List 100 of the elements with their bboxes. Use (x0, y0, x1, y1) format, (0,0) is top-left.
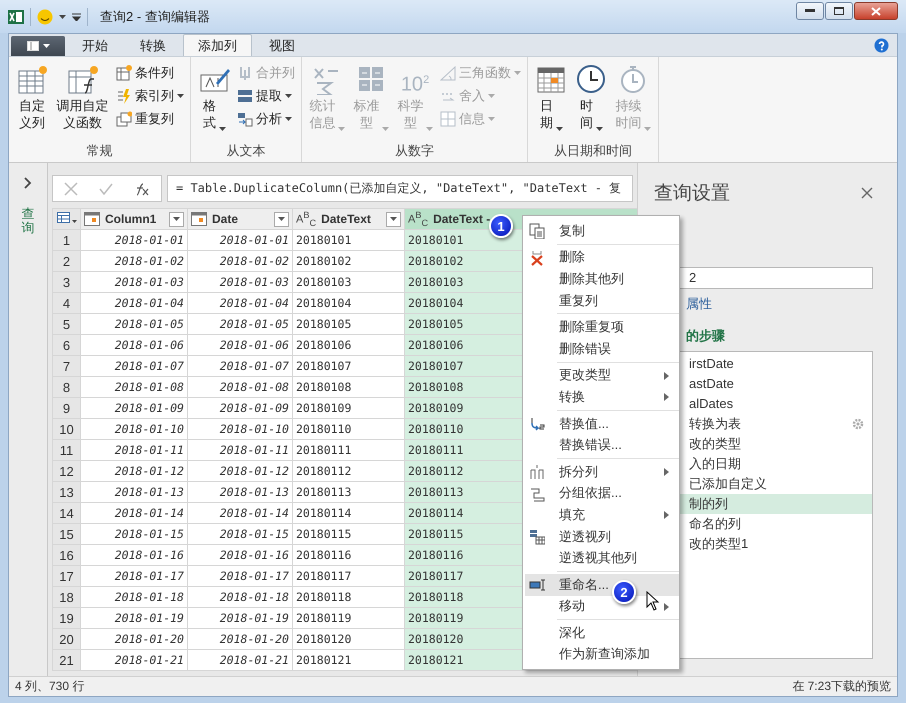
table-cell: 20180113 (292, 482, 404, 502)
scientific-icon: 10$^{2}$ (400, 63, 430, 95)
row-number: 9 (52, 398, 80, 418)
row-number: 20 (52, 628, 80, 650)
formula-field[interactable]: = Table.DuplicateColumn(已添加自定义, "DateText", "DateText - 复 (167, 175, 633, 202)
check-icon[interactable] (98, 182, 113, 194)
ribbon-button[interactable]: 时间 (572, 61, 610, 142)
menu-item[interactable]: 删除重复项 (525, 316, 679, 338)
delete-icon (529, 250, 545, 266)
caret-icon (556, 127, 562, 131)
table-cell: 2018-01-05 (188, 314, 292, 334)
table-cell: 2018-01-18 (80, 586, 188, 608)
table-cell: 20180118 (292, 586, 404, 608)
menu-item[interactable]: 更改类型 (525, 364, 679, 386)
customize-toolbar-icon[interactable] (72, 12, 81, 20)
row-number: 10 (52, 418, 80, 440)
table-menu-button[interactable] (52, 208, 80, 230)
ribbon-tab[interactable]: 开始 (67, 35, 123, 56)
menu-item[interactable]: 逆透视列 (525, 526, 679, 548)
ribbon-button[interactable]: 格式 (195, 61, 233, 142)
ribbon-button[interactable]: 索引列 (114, 86, 186, 106)
filter-button[interactable] (169, 212, 184, 226)
menu-item[interactable]: 转换 (525, 386, 679, 408)
expand-icon[interactable] (24, 177, 32, 189)
row-number: 17 (52, 566, 80, 586)
minimize-icon (805, 9, 815, 13)
table-cell: 20180121 (292, 650, 404, 670)
row-number: 15 (52, 524, 80, 544)
row-number: 18 (52, 586, 80, 608)
close-button[interactable] (854, 2, 898, 20)
close-icon[interactable] (861, 187, 873, 199)
ribbon-button[interactable]: 自定义列 (13, 61, 51, 142)
maximize-icon (834, 7, 844, 15)
ribbon-tab[interactable]: 添加列 (183, 34, 252, 56)
filter-button[interactable] (274, 212, 289, 226)
minimize-button[interactable] (796, 2, 824, 20)
rename-icon (529, 576, 545, 593)
table-cell: 2018-01-13 (188, 482, 292, 502)
merge-icon (237, 65, 253, 81)
row-number: 4 (52, 292, 80, 314)
parse-icon (237, 111, 253, 127)
row-number: 1 (52, 230, 80, 250)
trig-icon (440, 65, 456, 81)
column-header[interactable]: Column1 (80, 208, 188, 230)
app-icon[interactable] (8, 8, 24, 24)
filter-button[interactable] (386, 212, 401, 226)
table-cell: 2018-01-17 (80, 566, 188, 586)
group-label: 从日期和时间 (553, 142, 633, 160)
menu-item[interactable]: 删除错误 (525, 338, 679, 360)
function-icon (66, 63, 98, 95)
help-icon[interactable] (874, 38, 889, 53)
ribbon-button[interactable]: 分析 (235, 109, 297, 129)
function-icon[interactable] (134, 182, 150, 196)
ribbon-button[interactable]: 重复列 (114, 109, 186, 129)
table-cell: 2018-01-02 (188, 250, 292, 272)
ribbon-button[interactable]: 提取 (235, 86, 297, 106)
custom-column-icon (16, 63, 48, 95)
table-cell: 2018-01-20 (80, 628, 188, 650)
column-name: Column1 (105, 212, 156, 226)
ribbon-button[interactable]: 条件列 (114, 63, 186, 83)
maximize-button[interactable] (825, 2, 853, 20)
menu-item[interactable]: 逆透视其他列 (525, 547, 679, 569)
menu-item[interactable]: 删除 (525, 246, 679, 268)
date-type-icon[interactable] (84, 212, 100, 226)
submenu-arrow-icon (664, 372, 669, 380)
file-menu-button[interactable] (11, 36, 65, 56)
ribbon-tab[interactable]: 转换 (125, 35, 181, 56)
ribbon-button[interactable]: 调用自定义函数 (53, 61, 112, 142)
menu-item[interactable]: 重复列 (525, 290, 679, 312)
caret-icon (644, 127, 651, 131)
column-header[interactable]: A$^{B}$$_{C}$ DateText (292, 208, 404, 230)
properties-link[interactable]: 属性 (686, 295, 873, 313)
ribbon-button[interactable]: 日期 (532, 61, 570, 142)
table-cell: 2018-01-07 (188, 356, 292, 376)
row-number: 6 (52, 334, 80, 356)
table-cell: 2018-01-10 (188, 418, 292, 440)
caret-icon (390, 217, 397, 221)
window-title: 查询2 - 查询编辑器 (100, 8, 210, 26)
menu-item[interactable]: 替换错误... (525, 434, 679, 456)
menu-item[interactable]: 深化 (525, 622, 679, 644)
caret-icon (42, 44, 50, 48)
caret-icon (488, 117, 495, 121)
queries-pane-label[interactable]: 查询 (22, 207, 34, 236)
conditional-icon (116, 65, 132, 81)
menu-item[interactable]: 拆分列 (525, 460, 679, 483)
caret-icon (285, 117, 292, 121)
group-label: 从文本 (226, 142, 266, 160)
info-icon (440, 111, 456, 127)
date-type-icon[interactable] (191, 212, 207, 226)
caret-icon (514, 71, 521, 75)
table-icon (56, 212, 76, 224)
table-cell: 2018-01-06 (188, 334, 292, 356)
caret-icon (285, 94, 292, 98)
ribbon-tab[interactable]: 视图 (254, 35, 310, 56)
table-cell: 2018-01-10 (80, 418, 188, 440)
column-header[interactable]: Date (188, 208, 292, 230)
table-cell: 2018-01-03 (80, 272, 188, 292)
smiley-icon[interactable] (37, 8, 53, 24)
duplicate-icon (116, 111, 132, 127)
table-cell: 2018-01-07 (80, 356, 188, 376)
